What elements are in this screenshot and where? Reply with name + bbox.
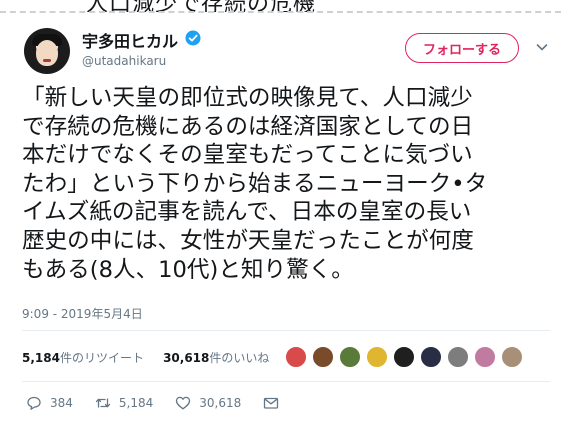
liker-avatars (285, 346, 528, 370)
liker-avatar[interactable] (339, 346, 361, 368)
tweet-actions: 384 5,184 30,618 (26, 394, 309, 412)
top-divider (0, 11, 561, 13)
liker-avatar[interactable] (501, 346, 523, 368)
chevron-down-icon[interactable] (535, 40, 549, 54)
verified-badge-icon (185, 30, 201, 46)
like-count-label[interactable]: 件のいいね (209, 351, 269, 365)
liker-avatar[interactable] (393, 346, 415, 368)
liker-avatar[interactable] (312, 346, 334, 368)
avatar[interactable] (24, 28, 70, 74)
liker-avatar[interactable] (447, 346, 469, 368)
follow-button[interactable]: フォローする (405, 33, 519, 63)
tweet-text: 「新しい天皇の即位式の映像見て、人口減少 で存続の危機にあるのは経済国家としての… (22, 85, 488, 283)
reply-button[interactable]: 384 (26, 395, 73, 411)
retweet-action-count: 5,184 (118, 396, 154, 410)
divider (22, 381, 550, 382)
retweet-count-label[interactable]: 件のリツイート (60, 351, 144, 365)
reply-count: 384 (50, 396, 73, 410)
like-action-count: 30,618 (199, 396, 242, 410)
like-count[interactable]: 30,618 (163, 351, 209, 365)
divider (22, 330, 550, 331)
engagement-stats: 5,184件のリツイート 30,618件のいいね (22, 349, 269, 366)
envelope-icon (264, 397, 279, 409)
liker-avatar[interactable] (420, 346, 442, 368)
display-name[interactable]: 宇多田ヒカル (82, 28, 178, 52)
reply-icon (27, 396, 41, 410)
direct-message-button[interactable] (263, 395, 287, 411)
retweet-button[interactable]: 5,184 (95, 395, 153, 411)
liker-avatar[interactable] (474, 346, 496, 368)
like-button[interactable]: 30,618 (175, 395, 241, 411)
retweet-icon (95, 398, 111, 408)
liker-avatar[interactable] (366, 346, 388, 368)
liker-avatar[interactable] (285, 346, 307, 368)
user-handle[interactable]: @utadahikaru (82, 54, 166, 68)
heart-icon (176, 396, 191, 410)
retweet-count[interactable]: 5,184 (22, 351, 60, 365)
tweet-timestamp[interactable]: 9:09 - 2019年5月4日 (22, 305, 143, 322)
